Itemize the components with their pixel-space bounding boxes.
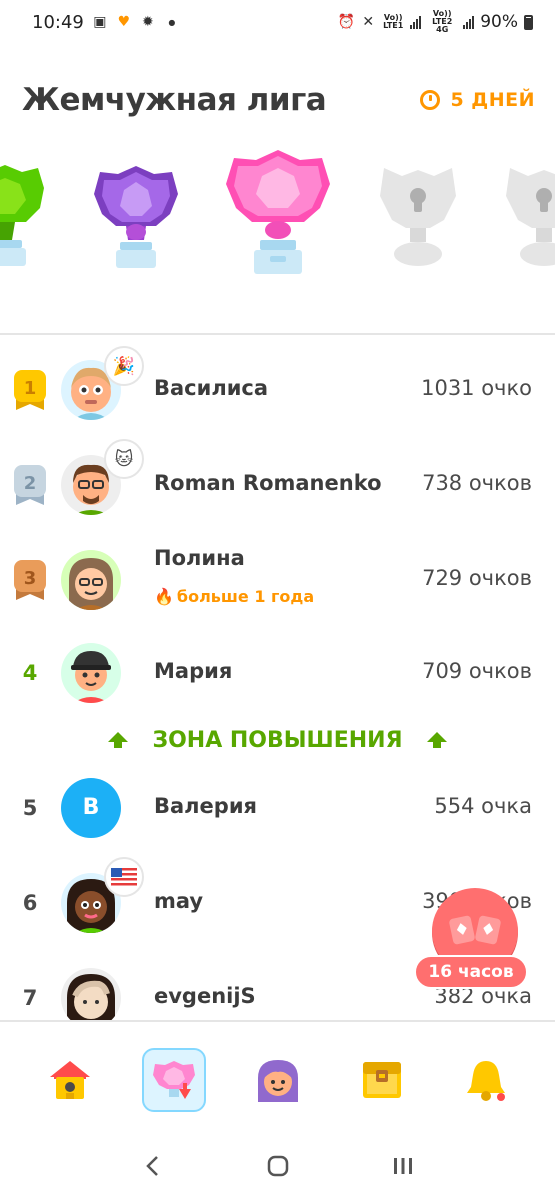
user-points: 1031 очко: [421, 376, 532, 400]
emerald-league-icon[interactable]: [0, 160, 50, 280]
duolingo-notification-icon: ♥: [117, 14, 131, 30]
lte2-label: Vo)) LTE2 4G: [432, 9, 453, 34]
chest-timer[interactable]: 16 часов: [414, 955, 528, 989]
leagues-icon[interactable]: [142, 1048, 206, 1112]
avatar[interactable]: В: [61, 777, 121, 838]
avatar[interactable]: [61, 549, 121, 610]
league-carousel[interactable]: [0, 140, 555, 300]
settings-notification-icon: ✹: [142, 14, 154, 30]
home-button-icon[interactable]: [258, 1154, 298, 1185]
clock-icon: [420, 90, 441, 110]
rank-number: 4: [22, 660, 38, 685]
recent-apps-icon[interactable]: [383, 1154, 423, 1184]
signal-icon: [463, 15, 475, 29]
us-flag-icon: [104, 857, 144, 897]
gallery-icon: ▣: [93, 14, 107, 30]
profile-icon[interactable]: [246, 1048, 310, 1112]
arrow-up-icon: [108, 732, 129, 748]
promotion-zone-divider: ЗОНА ПОВЫШЕНИЯ: [0, 720, 555, 760]
svg-text:3: 3: [24, 568, 37, 589]
rank-number: 7: [22, 985, 38, 1010]
chest-icon: [449, 915, 501, 945]
bronze-medal-icon: 3: [14, 559, 46, 600]
svg-text:2: 2: [24, 473, 37, 494]
leaderboard-row[interactable]: 3 Полина 🔥 больше 1 года 729 очков: [0, 532, 555, 627]
flame-icon: 🔥: [154, 587, 174, 606]
user-name: evgenijS: [154, 984, 256, 1008]
leaderboard-row[interactable]: 1 🎉 Василиса 1031 очко: [0, 342, 555, 437]
leaderboard-row[interactable]: 5 В Валерия 554 очка: [0, 760, 555, 855]
amethyst-league-icon[interactable]: [90, 162, 182, 282]
silver-medal-icon: 2: [14, 464, 46, 505]
mute-icon: ✕: [362, 14, 375, 30]
signal-icon: [410, 15, 422, 29]
page-title: Жемчужная лига: [22, 82, 327, 118]
bottom-navigation: [0, 1020, 555, 1138]
cat-sticker-icon: 🐱: [104, 439, 144, 479]
time-remaining: 5 ДНЕЙ: [420, 89, 535, 111]
user-points: 729 очков: [422, 566, 532, 590]
rank-number: 6: [22, 890, 38, 915]
user-points: 709 очков: [422, 659, 532, 683]
locked-league-icon[interactable]: [372, 162, 464, 282]
rank-number: 5: [22, 795, 38, 820]
party-popper-icon: 🎉: [104, 346, 144, 386]
more-notifications-icon: ●: [168, 17, 176, 27]
back-icon[interactable]: [133, 1154, 173, 1184]
lte1-label: Vo)) LTE1: [383, 13, 404, 30]
avatar[interactable]: [61, 642, 121, 703]
notifications-bell-icon[interactable]: [454, 1048, 518, 1112]
battery-icon: [524, 14, 533, 30]
system-navigation: [0, 1138, 555, 1200]
user-name: Roman Romanenko: [154, 471, 382, 495]
alarm-icon: ⏰: [337, 14, 355, 30]
battery-percent: 90%: [480, 12, 518, 32]
gold-medal-icon: 1: [14, 369, 46, 410]
leaderboard-row[interactable]: 4 Мария 709 очков: [0, 625, 555, 720]
status-bar: 10:49 ▣ ♥ ✹ ● ⏰ ✕ Vo)) LTE1 Vo)) LTE2 4G…: [0, 0, 555, 44]
locked-league-icon[interactable]: [498, 162, 555, 282]
user-name: may: [154, 889, 204, 913]
streak-label: больше 1 года: [176, 587, 315, 606]
user-points: 554 очка: [434, 794, 532, 818]
shop-chest-icon[interactable]: [350, 1048, 414, 1112]
time-remaining-label: 5 ДНЕЙ: [450, 89, 535, 111]
user-name: Василиса: [154, 376, 269, 400]
pearl-league-icon[interactable]: [224, 148, 332, 286]
arrow-up-icon: [426, 732, 447, 748]
avatar[interactable]: [61, 967, 121, 1020]
league-header: Жемчужная лига 5 ДНЕЙ: [22, 72, 535, 128]
streak-info: 🔥 больше 1 года: [154, 587, 314, 606]
svg-text:1: 1: [24, 378, 37, 399]
home-icon[interactable]: [38, 1048, 102, 1112]
status-time: 10:49: [32, 11, 84, 33]
divider: [0, 333, 555, 335]
user-name: Полина: [154, 546, 245, 570]
avatar-letter: В: [82, 795, 100, 820]
leaderboard-row[interactable]: 2 🐱 Roman Romanenko 738 очков: [0, 437, 555, 532]
user-name: Валерия: [154, 794, 258, 818]
promotion-zone-label: ЗОНА ПОВЫШЕНИЯ: [152, 727, 403, 753]
user-points: 738 очков: [422, 471, 532, 495]
user-name: Мария: [154, 659, 233, 683]
